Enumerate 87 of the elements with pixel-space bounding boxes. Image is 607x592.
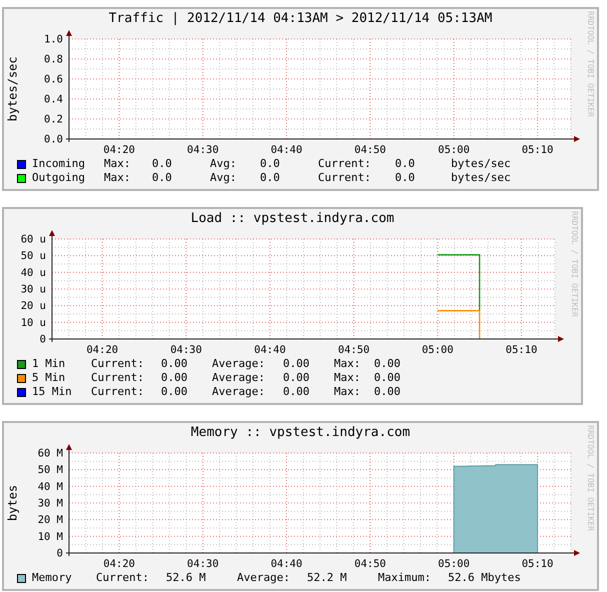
stat-value: 0.0 [152,171,173,185]
stat-label: Current: [318,171,372,185]
y-tick-label: 60 M [38,448,63,460]
stat-value: 52.6 M [166,571,207,585]
stat-label: Avg: [210,171,238,185]
x-tick-label: 04:20 [86,344,118,356]
x-tick-label: 05:00 [422,344,454,356]
unit-label: bytes/sec [451,171,511,185]
x-tick-label: 04:50 [354,558,386,570]
stat-label: Max: [334,371,362,385]
x-tick-label: 04:50 [338,344,370,356]
x-tick-label: 05:10 [522,558,554,570]
y-tick-label: 10 M [38,530,63,543]
x-tick-label: 05:10 [506,344,538,356]
legend-label: Incoming [32,157,86,171]
x-tick-label: 04:20 [103,558,135,570]
x-tick-label: 04:30 [170,344,202,356]
y-tick-label: 0.8 [44,54,63,66]
stat-value: 0.0 [395,171,416,185]
stat-value: 0.00 [161,357,188,371]
legend-label: Outgoing [32,171,86,185]
y-tick-label: 30 u [20,284,46,296]
stat-value: 0.00 [161,371,188,385]
stat-label: Maximum: [378,571,432,585]
x-tick-label: 04:20 [103,144,135,156]
graph-title: Load :: vpstest.indyra.com [190,210,394,228]
x-tick-label: 04:30 [187,558,219,570]
y-tick-label: 40 u [20,266,46,279]
x-tick-label: 05:10 [522,144,554,156]
y-tick-label: 0 [40,334,46,346]
graph-title: Traffic | 2012/11/14 04:13AM > 2012/11/14 05:13AM [108,10,492,28]
stat-value: 0.00 [374,357,402,371]
stat-label: Max: [104,157,132,171]
stat-label: Average: [212,371,266,385]
legend-label: 1 Min [32,357,66,371]
y-tick-label: 50 u [20,250,46,262]
legend-label: Memory [32,571,73,585]
x-tick-label: 04:50 [354,144,386,156]
stat-label: Current: [91,371,145,385]
x-tick-label: 04:40 [254,344,286,356]
stat-label: Max: [334,385,362,399]
y-tick-label: 40 M [38,480,63,493]
stat-label: Avg: [210,157,238,171]
legend-label: 5 Min [32,371,66,385]
stat-value: 0.00 [283,357,310,371]
stat-value: 0.0 [260,171,281,185]
stat-label: Average: [237,571,291,585]
stat-value: 0.00 [283,385,310,399]
x-tick-label: 04:40 [270,144,302,156]
y-tick-label: 0.4 [44,94,63,106]
y-tick-label: 30 M [38,498,63,510]
y-tick-label: 0.6 [44,74,63,86]
x-tick-label: 05:00 [438,558,470,570]
stat-value: 0.00 [374,371,402,385]
stat-value: 0.0 [152,157,173,171]
y-tick-label: 0.0 [44,134,63,146]
stat-value: 0.00 [283,371,310,385]
stat-label: Current: [91,385,145,399]
graph-title: Memory :: vpstest.indyra.com [190,424,410,442]
y-axis-label: bytes [5,484,20,522]
stat-value: 0.0 [260,157,281,171]
stat-label: Max: [334,357,362,371]
x-tick-label: 04:40 [270,558,302,570]
y-axis-label: bytes/sec [5,56,20,122]
y-tick-label: 1.0 [44,34,63,46]
stat-label: Average: [212,385,266,399]
stat-label: Current: [96,571,150,585]
x-tick-label: 05:00 [438,144,470,156]
legend-label: 15 Min [32,385,73,399]
stat-value: 52.6 Mbytes [448,571,519,585]
stat-value: 0.0 [395,157,416,171]
y-tick-label: 20 M [38,514,63,526]
stat-value: 0.00 [161,385,188,399]
stat-value: 0.00 [374,385,402,399]
stat-label: Average: [212,357,266,371]
y-tick-label: 10 u [20,316,46,329]
stat-label: Current: [318,157,372,171]
y-tick-label: 0 [56,548,63,560]
unit-label: bytes/sec [451,157,511,171]
stat-value: 52.2 M [307,571,348,585]
y-tick-label: 60 u [20,234,46,246]
y-tick-label: 50 M [38,464,63,476]
stat-label: Current: [91,357,145,371]
y-tick-label: 0.2 [44,114,63,126]
x-tick-label: 04:30 [187,144,219,156]
stat-label: Max: [104,171,132,185]
y-tick-label: 20 u [20,300,46,312]
